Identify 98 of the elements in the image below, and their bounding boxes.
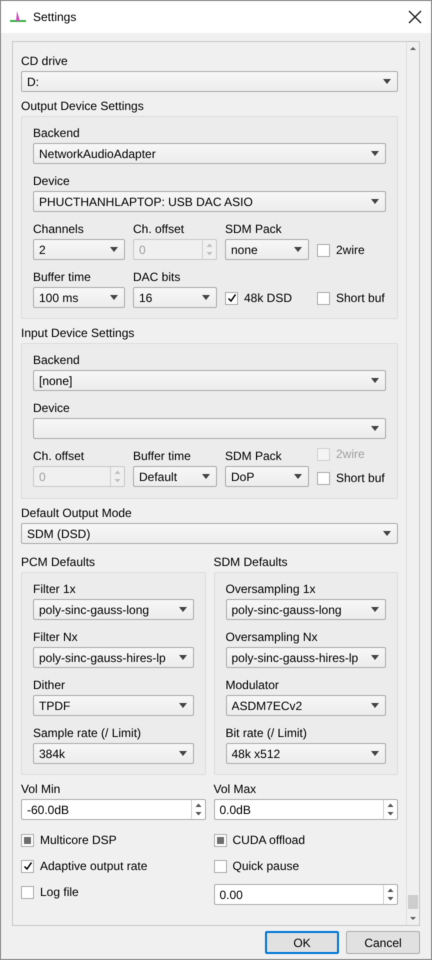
dropdown[interactable]: poly-sinc-gauss-hires-lp — [226, 647, 386, 668]
checkbox[interactable] — [21, 834, 34, 846]
dropdown[interactable]: [none] — [33, 370, 386, 391]
scrollbar[interactable] — [406, 42, 419, 925]
dropdown[interactable]: NetworkAudioAdapter — [33, 143, 386, 164]
section-heading: Output Device Settings — [21, 98, 145, 115]
field-label: Default Output Mode — [21, 505, 133, 522]
field-label: Vol Min — [21, 781, 62, 798]
checkbox[interactable] — [225, 292, 238, 304]
section-heading: SDM Defaults — [214, 554, 289, 571]
checkbox-label: Quick pause — [232, 859, 300, 873]
caret-icon — [371, 607, 379, 612]
caret-icon — [110, 295, 118, 300]
field-label: Filter Nx — [33, 629, 79, 646]
dialog-button[interactable]: OK — [265, 931, 339, 954]
checkbox-label: 48k DSD — [244, 291, 292, 305]
caret-icon — [371, 151, 379, 156]
caret-icon — [294, 247, 302, 252]
dropdown[interactable]: none — [225, 239, 309, 260]
dropdown[interactable]: 16 — [133, 287, 217, 308]
field-label: Backend — [33, 125, 81, 142]
field-label: Sample rate (/ Limit) — [33, 725, 142, 742]
dropdown[interactable]: 2 — [33, 239, 125, 260]
field-label: Device — [33, 173, 71, 190]
checkbox[interactable] — [21, 860, 34, 872]
caret-icon — [371, 199, 379, 204]
dropdown[interactable]: Default — [133, 466, 217, 487]
field-label: Ch. offset — [133, 221, 186, 238]
up-down-arrows-icon — [190, 800, 204, 819]
caret-icon — [294, 474, 302, 479]
dropdown[interactable]: TPDF — [33, 695, 194, 716]
spin-field[interactable]: 0.00 — [214, 884, 398, 905]
dropdown[interactable]: PHUCTHANHLAPTOP: USB DAC ASIO — [33, 191, 386, 212]
field-label: Modulator — [226, 677, 280, 694]
scroll-thumb[interactable] — [408, 895, 418, 909]
checkbox-label: Short buf — [336, 291, 385, 305]
field-label: CD drive — [21, 53, 69, 70]
window-title: Settings — [33, 10, 78, 24]
caret-icon — [178, 655, 186, 660]
field-label: SDM Pack — [225, 221, 283, 238]
checkbox-label: Multicore DSP — [40, 833, 117, 847]
section-heading: PCM Defaults — [21, 554, 96, 571]
field-label: Buffer time — [133, 448, 192, 465]
caret-icon — [202, 474, 210, 479]
dropdown[interactable]: 100 ms — [33, 287, 125, 308]
checkbox[interactable] — [317, 292, 330, 304]
field-label: Backend — [33, 352, 81, 369]
caret-icon — [178, 607, 186, 612]
dropdown[interactable]: poly-sinc-gauss-hires-lp — [33, 647, 194, 668]
checkbox-label: Adaptive output rate — [40, 859, 148, 873]
checkbox[interactable] — [317, 472, 330, 484]
dropdown[interactable]: poly-sinc-gauss-long — [33, 599, 194, 620]
checkbox-label: 2wire — [336, 243, 365, 257]
checkbox[interactable] — [214, 860, 226, 872]
dropdown[interactable]: SDM (DSD) — [21, 523, 398, 544]
field-label: Oversampling 1x — [226, 581, 317, 598]
caret-icon — [110, 247, 118, 252]
app-icon — [9, 9, 27, 25]
section-heading: Input Device Settings — [21, 325, 136, 342]
field-label: Vol Max — [214, 781, 258, 798]
dropdown[interactable]: D: — [21, 71, 398, 92]
caret-icon — [383, 531, 391, 536]
dropdown[interactable]: ASDM7ECv2 — [226, 695, 386, 716]
field-label: Device — [33, 400, 71, 417]
caret-icon — [383, 79, 391, 84]
field-label: Ch. offset — [33, 448, 86, 465]
caret-icon — [371, 751, 379, 756]
field-label: Bit rate (/ Limit) — [226, 725, 308, 742]
checkbox-label: CUDA offload — [232, 833, 305, 847]
close-icon[interactable] — [407, 9, 423, 25]
caret-icon — [371, 378, 379, 383]
caret-icon — [371, 655, 379, 660]
checkbox-label: Short buf — [336, 471, 385, 485]
caret-icon — [202, 295, 210, 300]
checkbox-label: Log file — [40, 885, 79, 899]
dropdown[interactable]: 48k x512 — [226, 743, 386, 764]
caret-icon — [178, 751, 186, 756]
dropdown[interactable]: poly-sinc-gauss-long — [226, 599, 386, 620]
dropdown[interactable] — [33, 418, 386, 439]
dialog-button[interactable]: Cancel — [346, 931, 420, 954]
caret-icon — [178, 703, 186, 708]
field-label: DAC bits — [133, 269, 182, 286]
field-label: Channels — [33, 221, 85, 238]
checkbox-label: 2wire — [336, 447, 365, 461]
field-label: Buffer time — [33, 269, 92, 286]
spin-field[interactable]: -60.0dB — [21, 799, 206, 820]
dropdown[interactable]: 384k — [33, 743, 194, 764]
spin-field[interactable]: 0.0dB — [214, 799, 398, 820]
checkbox[interactable] — [214, 834, 226, 846]
caret-icon — [371, 703, 379, 708]
field-label: Dither — [33, 677, 66, 694]
checkbox[interactable] — [317, 244, 330, 256]
checkbox[interactable] — [21, 886, 34, 898]
field-label: Oversampling Nx — [226, 629, 319, 646]
field-label: SDM Pack — [225, 448, 283, 465]
dropdown[interactable]: DoP — [225, 466, 309, 487]
caret-icon — [371, 426, 379, 431]
field-label: Filter 1x — [33, 581, 77, 598]
